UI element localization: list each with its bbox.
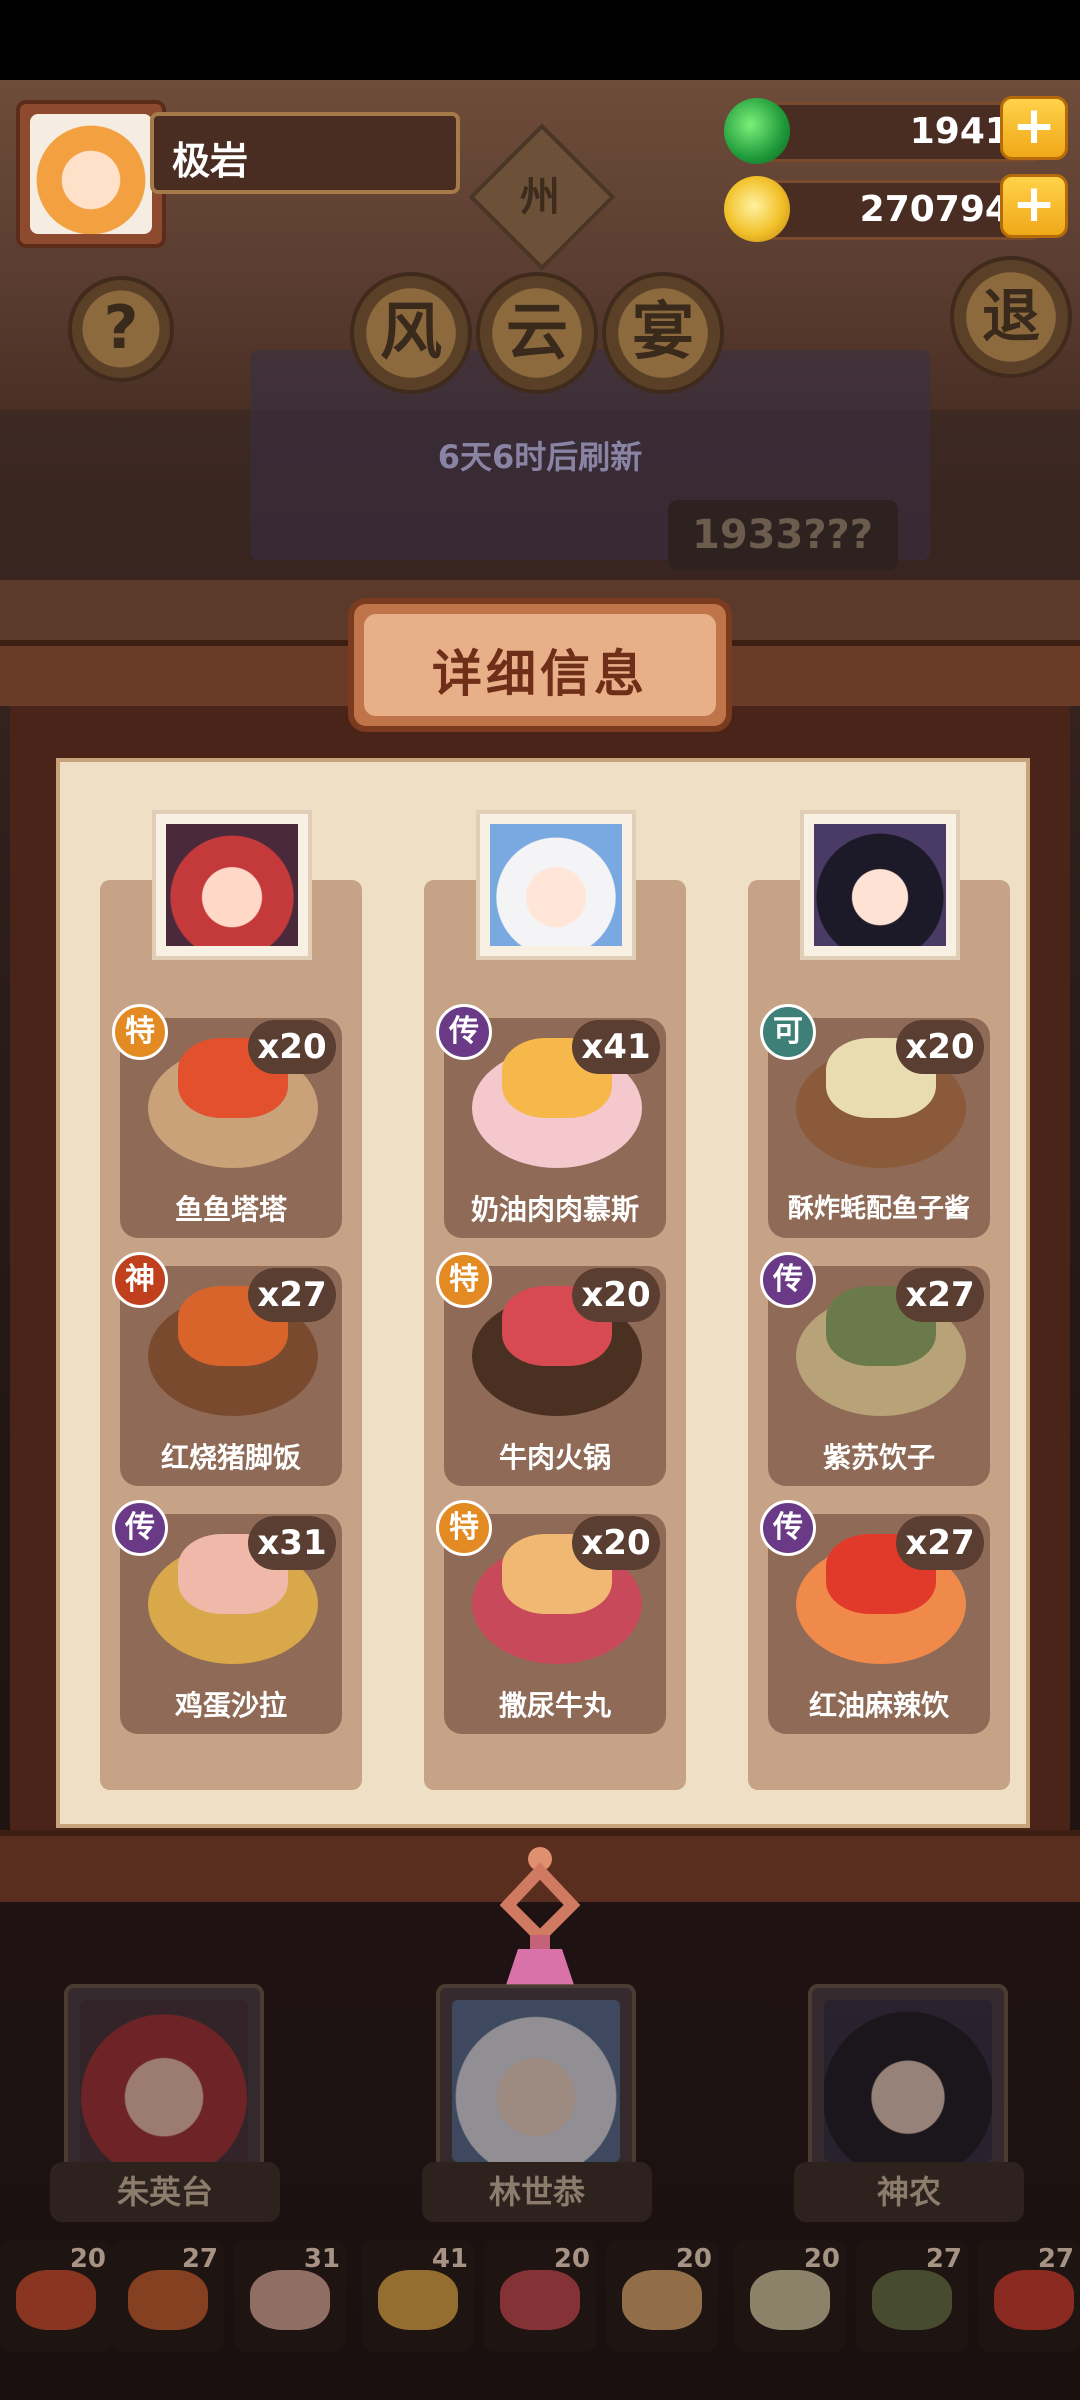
chef-portrait-1	[152, 810, 312, 960]
dish-thumbnail[interactable]: 20	[606, 2240, 718, 2352]
dish-count: x20	[572, 1516, 660, 1570]
add-jade-button[interactable]: +	[1000, 96, 1068, 160]
dish-thumbnail-image	[250, 2270, 330, 2330]
rarity-badge: 神	[112, 1252, 168, 1308]
dish-thumbnail-image	[378, 2270, 458, 2330]
dish-thumbnail-image	[750, 2270, 830, 2330]
character-card[interactable]	[436, 1984, 636, 2174]
dish-thumbnail[interactable]: 20	[484, 2240, 596, 2352]
dish-thumbnail-image	[16, 2270, 96, 2330]
dish-thumbnail-count: 20	[69, 2244, 106, 2274]
character-image	[452, 2000, 620, 2162]
dish-thumbnail-count: 31	[303, 2244, 340, 2274]
rarity-badge: 特	[436, 1252, 492, 1308]
title-char-3: 宴	[602, 272, 724, 394]
character-card[interactable]	[64, 1984, 264, 2174]
dish-thumbnail-count: 27	[925, 2244, 962, 2274]
chef-portrait-image	[166, 824, 298, 946]
exit-button[interactable]: 退	[950, 256, 1072, 378]
rarity-badge: 传	[436, 1004, 492, 1060]
add-coins-button[interactable]: +	[1000, 174, 1068, 238]
dish-thumbnail-count: 41	[431, 2244, 468, 2274]
panel-title: 详细信息	[432, 645, 648, 703]
dish-thumbnail-image	[128, 2270, 208, 2330]
dish-thumbnail[interactable]: 41	[362, 2240, 474, 2352]
chef-portrait-2	[476, 810, 636, 960]
character-card[interactable]	[808, 1984, 1008, 2174]
dish-thumbnail[interactable]: 20	[0, 2240, 112, 2352]
dish-count: x27	[248, 1268, 336, 1322]
panel-title-plaque: 详细信息	[348, 598, 732, 732]
rarity-badge: 传	[112, 1500, 168, 1556]
dish-thumbnail[interactable]: 27	[856, 2240, 968, 2352]
character-image	[80, 2000, 248, 2162]
dish-name: 撒尿牛丸	[498, 1689, 611, 1722]
rarity-badge: 传	[760, 1252, 816, 1308]
dish-name: 红油麻辣饮	[808, 1689, 949, 1722]
title-char-2: 云	[476, 272, 598, 394]
dish-name: 鱼鱼塔塔	[174, 1193, 287, 1226]
dish-count: x20	[248, 1020, 336, 1074]
chef-portrait-3	[800, 810, 960, 960]
chef-portrait-image	[490, 824, 622, 946]
dish-thumbnail[interactable]: 27	[978, 2240, 1080, 2352]
dish-thumbnail[interactable]: 20	[734, 2240, 846, 2352]
character-image	[824, 2000, 992, 2162]
dish-thumbnail-image	[872, 2270, 952, 2330]
player-name: 极岩	[172, 139, 249, 183]
rarity-badge: 传	[760, 1500, 816, 1556]
dish-thumbnail-count: 27	[1037, 2244, 1074, 2274]
dish-name: 奶油肉肉慕斯	[470, 1193, 639, 1226]
dish-thumbnail[interactable]: 31	[234, 2240, 346, 2352]
dish-count: x27	[896, 1516, 984, 1570]
dish-count: x20	[572, 1268, 660, 1322]
dish-count: x27	[896, 1268, 984, 1322]
dish-count: x41	[572, 1020, 660, 1074]
rarity-badge: 特	[112, 1004, 168, 1060]
dish-name: 牛肉火锅	[498, 1441, 611, 1474]
dish-thumbnail-count: 20	[675, 2244, 712, 2274]
avatar-image	[30, 114, 152, 234]
dish-thumbnail-count: 20	[553, 2244, 590, 2274]
dish-thumbnail-image	[994, 2270, 1074, 2330]
character-name: 林世恭	[422, 2162, 652, 2222]
coin-icon	[724, 176, 790, 242]
dish-name: 鸡蛋沙拉	[174, 1689, 287, 1722]
dish-count: x20	[896, 1020, 984, 1074]
player-name-box: 极岩	[150, 112, 460, 194]
knot-ornament-icon	[499, 1847, 581, 1985]
character-name: 神农	[794, 2162, 1024, 2222]
rarity-badge: 特	[436, 1500, 492, 1556]
score-value: 1933???	[692, 512, 873, 558]
dish-count: x31	[248, 1516, 336, 1570]
dish-thumbnail-image	[500, 2270, 580, 2330]
region-sign-label: 州	[519, 174, 560, 221]
rarity-badge: 可	[760, 1004, 816, 1060]
character-name: 朱英台	[50, 2162, 280, 2222]
refresh-countdown: 6天6时后刷新	[437, 438, 643, 476]
chef-portrait-image	[814, 824, 946, 946]
dish-name: 酥炸蚝配鱼子酱	[787, 1194, 970, 1224]
dish-name: 紫苏饮子	[822, 1441, 935, 1474]
dish-thumbnail[interactable]: 27	[112, 2240, 224, 2352]
score-tag: 1933???	[668, 500, 898, 570]
dish-name: 红烧猪脚饭	[160, 1441, 301, 1474]
jade-icon	[724, 98, 790, 164]
title-char-1: 风	[350, 272, 472, 394]
dish-thumbnail-count: 20	[803, 2244, 840, 2274]
status-bar	[0, 0, 1080, 80]
dish-thumbnail-image	[622, 2270, 702, 2330]
player-avatar[interactable]	[16, 100, 166, 248]
help-button[interactable]: ?	[68, 276, 174, 382]
dish-thumbnail-count: 27	[181, 2244, 218, 2274]
